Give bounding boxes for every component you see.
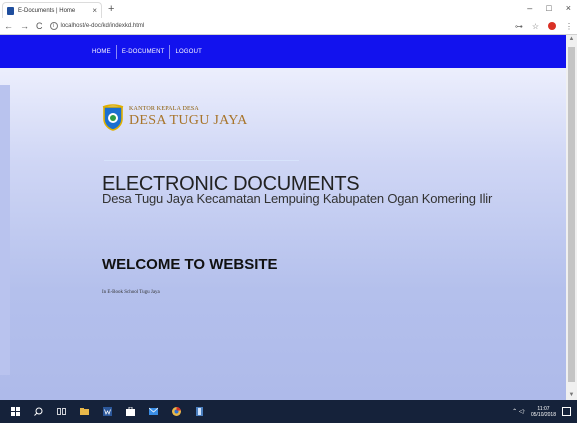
web-page: HOME E-DOCUMENT LOGOUT KANTOR KEPALA DES… bbox=[0, 35, 566, 400]
search-icon[interactable] bbox=[31, 400, 45, 423]
store-app-icon[interactable] bbox=[123, 400, 137, 423]
nav-home-link[interactable]: HOME bbox=[87, 44, 117, 59]
start-button-icon[interactable] bbox=[8, 400, 22, 423]
left-edge-panel bbox=[0, 85, 10, 375]
top-navbar: HOME E-DOCUMENT LOGOUT bbox=[0, 35, 566, 68]
browser-menu-icon[interactable]: ⋮ bbox=[565, 22, 573, 31]
scrollbar-thumb[interactable] bbox=[568, 47, 575, 382]
reload-icon[interactable]: C bbox=[36, 21, 43, 31]
windows-taskbar: ⌃ ◁ᐧ 11:07 05/10/2018 bbox=[0, 400, 577, 423]
welcome-subtext: In E-Book School Tugu Jaya bbox=[102, 290, 160, 295]
address-bar-row: ← → C i localhost/e-doc/kd/indexkd.html … bbox=[0, 18, 577, 35]
taskbar-clock[interactable]: 11:07 05/10/2018 bbox=[531, 406, 556, 418]
page-scrollbar[interactable]: ▲ ▼ bbox=[566, 35, 577, 400]
emblem-icon bbox=[102, 104, 124, 131]
tab-close-icon[interactable]: × bbox=[92, 6, 97, 15]
profile-icon[interactable] bbox=[548, 22, 556, 30]
header-divider bbox=[104, 160, 299, 161]
chrome-app-icon[interactable] bbox=[169, 400, 183, 423]
clock-date: 05/10/2018 bbox=[530, 411, 556, 418]
info-icon[interactable]: i bbox=[49, 22, 58, 30]
new-tab-button[interactable]: + bbox=[108, 3, 114, 15]
address-bar-actions: ⊶ ☆ ⋮ bbox=[515, 22, 573, 31]
logo-subtitle: KANTOR KEPALA DESA bbox=[129, 106, 199, 112]
nav-e-document-link[interactable]: E-DOCUMENT bbox=[117, 44, 171, 59]
browser-tab[interactable]: E-Documents | Home × bbox=[2, 2, 102, 18]
tray-icons[interactable]: ⌃ ◁ᐧ bbox=[512, 408, 525, 415]
back-icon[interactable]: ← bbox=[4, 21, 13, 31]
site-logo[interactable]: KANTOR KEPALA DESA DESA TUGU JAYA bbox=[102, 104, 248, 131]
logo-title: DESA TUGU JAYA bbox=[129, 113, 248, 128]
browser-tab-bar: E-Documents | Home × + – □ × bbox=[0, 0, 577, 18]
task-view-icon[interactable] bbox=[54, 400, 68, 423]
system-tray: ⌃ ◁ᐧ 11:07 05/10/2018 bbox=[512, 400, 571, 423]
pinned-app-icon[interactable] bbox=[192, 400, 206, 423]
word-app-icon[interactable] bbox=[100, 400, 114, 423]
bookmark-star-icon[interactable]: ☆ bbox=[532, 22, 539, 31]
window-controls: – □ × bbox=[527, 1, 571, 15]
forward-icon[interactable]: → bbox=[20, 21, 29, 31]
favicon-icon bbox=[7, 6, 14, 15]
minimize-button[interactable]: – bbox=[527, 1, 532, 15]
welcome-heading: WELCOME TO WEBSITE bbox=[102, 256, 278, 273]
tab-title: E-Documents | Home bbox=[18, 7, 76, 14]
key-icon[interactable]: ⊶ bbox=[515, 22, 523, 31]
mail-app-icon[interactable] bbox=[146, 400, 160, 423]
url-field[interactable]: localhost/e-doc/kd/indexkd.html bbox=[61, 23, 515, 29]
page-subtitle: Desa Tugu Jaya Kecamatan Lempuing Kabupa… bbox=[102, 191, 493, 206]
file-explorer-icon[interactable] bbox=[77, 400, 91, 423]
scroll-up-arrow-icon[interactable]: ▲ bbox=[566, 35, 577, 44]
scroll-down-arrow-icon[interactable]: ▼ bbox=[566, 391, 577, 400]
nav-logout-link[interactable]: LOGOUT bbox=[170, 45, 207, 59]
maximize-button[interactable]: □ bbox=[546, 1, 551, 15]
notification-icon[interactable] bbox=[562, 407, 571, 416]
close-window-button[interactable]: × bbox=[566, 1, 571, 15]
